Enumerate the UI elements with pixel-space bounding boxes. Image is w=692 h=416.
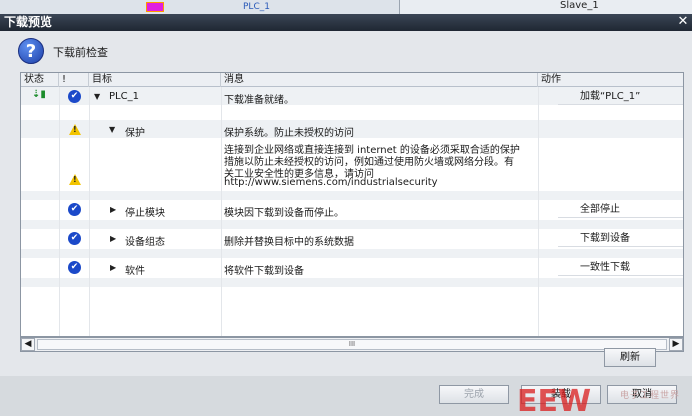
chevron-down-icon[interactable]: ▼ — [109, 125, 115, 134]
row-target: 设备组态 — [125, 237, 165, 248]
close-icon[interactable]: ✕ — [676, 14, 690, 30]
scroll-right-icon[interactable]: ▶ — [669, 338, 683, 351]
row-message: 将软件下载到设备 — [224, 266, 304, 277]
col-status[interactable]: 状态 — [21, 73, 59, 87]
security-link[interactable]: http://www.siemens.com/industrialsecurit… — [224, 177, 438, 188]
table-row[interactable]: ✔ ▶ 设备组态 删除并替换目标中的系统数据 下载到设备 — [21, 231, 683, 248]
table-row[interactable]: ▼ 保护 保护系统。防止未授权的访问 — [21, 122, 683, 139]
row-action-select[interactable]: 全部停止 — [558, 202, 683, 218]
question-icon: ? — [18, 38, 44, 64]
col-action[interactable]: 动作 — [538, 73, 683, 87]
warning-icon — [69, 174, 81, 185]
logo-text: EEW — [517, 384, 591, 414]
eew-logo: EEW — [517, 384, 591, 414]
background-plc-label: PLC_1 — [243, 2, 270, 12]
ok-icon: ✔ — [68, 232, 81, 245]
row-band — [21, 278, 683, 287]
row-target: 保护 — [125, 128, 145, 139]
download-preview-dialog: 下载预览 ✕ ? 下载前检查 状态 ! 目标 消息 动作 ⇣▮ ✔ ▼ PLC_… — [0, 14, 692, 416]
ok-warning-icon: ✔ — [68, 90, 81, 103]
row-target: 停止模块 — [125, 208, 165, 219]
scroll-thumb[interactable]: III — [37, 339, 667, 350]
background-editor-strip: PLC_1 Slave_1 — [0, 0, 692, 14]
col-message[interactable]: 消息 — [221, 73, 538, 87]
ok-icon: ✔ — [68, 203, 81, 216]
col-flag[interactable]: ! — [59, 73, 89, 87]
check-table: 状态 ! 目标 消息 动作 ⇣▮ ✔ ▼ PLC_1 下载准备就绪。 加载“PL… — [20, 72, 684, 337]
scroll-left-icon[interactable]: ◀ — [21, 338, 35, 351]
chevron-right-icon[interactable]: ▶ — [110, 263, 116, 272]
device-thumbnail — [146, 2, 164, 12]
table-row: 连接到企业网络或直接连接到 internet 的设备必须采取合适的保护 措施以防… — [21, 139, 683, 191]
row-band — [21, 191, 683, 200]
chevron-right-icon[interactable]: ▶ — [110, 234, 116, 243]
warning-icon — [69, 124, 81, 135]
header-title: 下载前检查 — [53, 46, 108, 59]
row-target: 软件 — [125, 266, 145, 277]
row-message: 下载准备就绪。 — [224, 95, 294, 106]
row-action-select[interactable]: 加载“PLC_1” — [558, 89, 683, 105]
row-action-select[interactable]: 下载到设备 — [558, 231, 683, 247]
row-message: 保护系统。防止未授权的访问 — [224, 128, 354, 139]
dialog-titlebar: 下载预览 ✕ — [0, 14, 692, 31]
table-row[interactable]: ✔ ▶ 停止模块 模块因下载到设备而停止。 全部停止 — [21, 202, 683, 219]
watermark-text: 电子工程世界 — [620, 391, 681, 401]
table-header: 状态 ! 目标 消息 动作 — [21, 73, 683, 87]
ok-icon: ✔ — [68, 261, 81, 274]
dialog-title: 下载预览 — [4, 15, 53, 29]
row-message: 删除并替换目标中的系统数据 — [224, 237, 354, 248]
horizontal-scrollbar[interactable]: ◀ III ▶ — [20, 337, 684, 352]
table-row[interactable]: ⇣▮ ✔ ▼ PLC_1 下载准备就绪。 加载“PLC_1” — [21, 89, 683, 106]
download-icon: ⇣▮ — [32, 89, 46, 100]
background-panel — [0, 0, 400, 14]
row-message: 模块因下载到设备而停止。 — [224, 208, 344, 219]
table-row[interactable]: ✔ ▶ 软件 将软件下载到设备 一致性下载 — [21, 260, 683, 277]
background-slave-label: Slave_1 — [560, 0, 599, 11]
row-target: PLC_1 — [109, 91, 139, 102]
row-band — [21, 249, 683, 258]
row-action-select[interactable]: 一致性下载 — [558, 260, 683, 276]
chevron-down-icon[interactable]: ▼ — [94, 92, 100, 101]
refresh-button[interactable]: 刷新 — [604, 348, 656, 367]
row-band — [21, 220, 683, 229]
finish-button[interactable]: 完成 — [439, 385, 509, 404]
col-target[interactable]: 目标 — [89, 73, 221, 87]
chevron-right-icon[interactable]: ▶ — [110, 205, 116, 214]
